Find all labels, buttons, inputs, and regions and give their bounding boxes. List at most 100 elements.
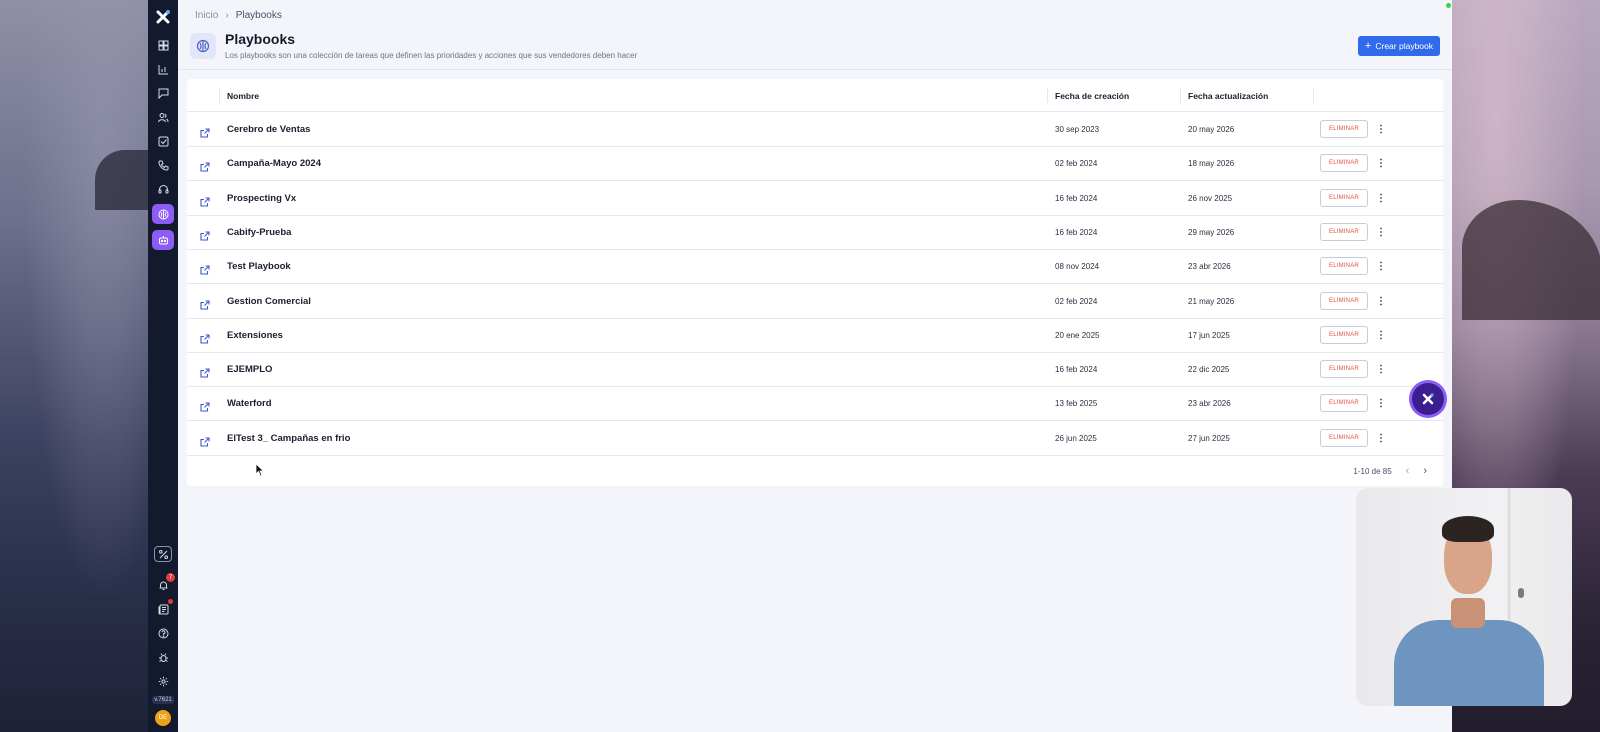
- open-external-icon[interactable]: [200, 159, 210, 172]
- updated-date: 20 may 2026: [1188, 125, 1235, 134]
- playbook-name[interactable]: Waterford: [227, 398, 272, 409]
- playbook-name[interactable]: Cerebro de Ventas: [227, 124, 310, 135]
- open-external-icon[interactable]: [200, 365, 210, 378]
- user-avatar[interactable]: DE: [155, 710, 171, 726]
- updated-date: 22 dic 2025: [1188, 365, 1230, 375]
- settings-gear-icon[interactable]: [152, 672, 174, 690]
- created-date: 16 feb 2024: [1055, 365, 1098, 375]
- playbooks-icon[interactable]: [152, 204, 174, 224]
- delete-button[interactable]: ELIMINAR: [1320, 222, 1368, 241]
- app-logo-icon[interactable]: [154, 8, 172, 26]
- more-options-icon[interactable]: [1378, 259, 1384, 273]
- open-external-icon[interactable]: [200, 331, 210, 344]
- contacts-icon[interactable]: [152, 108, 174, 126]
- open-external-icon[interactable]: [200, 297, 210, 310]
- playbook-name[interactable]: Test Playbook: [227, 261, 291, 272]
- updated-date: 17 jun 2025: [1188, 330, 1230, 340]
- sidebar-rail: 7 v.7621 DE: [148, 0, 178, 732]
- analytics-icon[interactable]: [152, 60, 174, 78]
- table-row[interactable]: ElTest 3_ Campañas en frio 26 jun 2025 27 …: [187, 422, 1443, 456]
- table-row[interactable]: EJEMPLO 16 feb 2024 22 dic 2025 ELIMINAR: [187, 353, 1443, 388]
- created-date: 16 feb 2024: [1055, 227, 1098, 237]
- more-options-icon[interactable]: [1378, 191, 1384, 205]
- create-playbook-button[interactable]: + Crear playbook: [1357, 36, 1440, 56]
- delete-button[interactable]: ELIMINAR: [1320, 325, 1368, 344]
- playbook-name[interactable]: ElTest 3_ Campañas en frio: [227, 433, 350, 444]
- main-content: Inicio › Playbooks Playbooks Los playboo…: [178, 0, 1452, 732]
- bug-icon[interactable]: [152, 648, 174, 666]
- percent-tool-icon[interactable]: [154, 546, 172, 562]
- webcam-person-hair: [1442, 516, 1494, 542]
- table-row[interactable]: Extensiones 20 ene 2025 17 jun 2025 ELIMINA…: [187, 319, 1443, 353]
- delete-button[interactable]: ELIMINAR: [1320, 188, 1368, 207]
- playbook-name[interactable]: Cabify-Prueba: [227, 227, 291, 238]
- open-external-icon[interactable]: [200, 194, 210, 207]
- open-external-icon[interactable]: [200, 399, 210, 412]
- headset-icon[interactable]: [152, 180, 174, 198]
- more-options-icon[interactable]: [1378, 328, 1384, 342]
- phone-icon[interactable]: [152, 156, 174, 174]
- delete-button[interactable]: ELIMINAR: [1320, 394, 1368, 413]
- more-options-icon[interactable]: [1378, 431, 1384, 445]
- playbook-name[interactable]: Gestion Comercial: [227, 296, 311, 307]
- open-external-icon[interactable]: [200, 228, 210, 241]
- delete-button[interactable]: ELIMINAR: [1320, 120, 1368, 138]
- column-header-name[interactable]: Nombre: [227, 91, 259, 101]
- created-date: 02 feb 2024: [1055, 159, 1098, 169]
- playbook-name[interactable]: Prospecting Vx: [227, 193, 296, 204]
- playbook-name[interactable]: Extensiones: [227, 330, 283, 341]
- notifications-bell-icon[interactable]: 7: [152, 573, 175, 594]
- created-date: 20 ene 2025: [1055, 330, 1100, 340]
- assistant-fab-icon[interactable]: [1412, 383, 1444, 415]
- more-options-icon[interactable]: [1378, 294, 1384, 308]
- column-header-updated[interactable]: Fecha actualización: [1188, 91, 1268, 101]
- desktop-wallpaper-left: [0, 0, 155, 732]
- column-header-created[interactable]: Fecha de creación: [1055, 91, 1129, 101]
- open-external-icon[interactable]: [200, 262, 210, 275]
- playbook-name[interactable]: EJEMPLO: [227, 364, 272, 375]
- bot-icon[interactable]: [152, 230, 174, 250]
- tasks-icon[interactable]: [152, 132, 174, 150]
- page-subtitle: Los playbooks son una colección de tarea…: [225, 51, 638, 60]
- chat-icon[interactable]: [152, 84, 174, 102]
- created-date: 02 feb 2024: [1055, 296, 1098, 306]
- breadcrumb-home-link[interactable]: Inicio: [195, 10, 218, 21]
- more-options-icon[interactable]: [1378, 225, 1384, 239]
- table-row[interactable]: Waterford 13 feb 2025 23 abr 2026 ELIMINAR: [187, 387, 1443, 422]
- table-row[interactable]: Cerebro de Ventas 30 sep 2023 20 may 2026 E…: [187, 113, 1443, 147]
- updated-date: 23 abr 2026: [1188, 399, 1231, 409]
- delete-button[interactable]: ELIMINAR: [1320, 360, 1368, 379]
- dashboard-icon[interactable]: [152, 36, 174, 54]
- open-external-icon[interactable]: [200, 125, 210, 138]
- breadcrumb-separator: ›: [225, 10, 229, 21]
- table-row[interactable]: Gestion Comercial 02 feb 2024 21 may 2026 E…: [187, 285, 1443, 319]
- delete-button[interactable]: ELIMINAR: [1320, 154, 1368, 173]
- webcam-person-neck: [1451, 598, 1485, 628]
- more-options-icon[interactable]: [1378, 156, 1384, 170]
- create-playbook-label: Crear playbook: [1375, 41, 1433, 51]
- webcam-overlay: [1356, 488, 1572, 706]
- news-icon[interactable]: [152, 599, 174, 618]
- more-options-icon[interactable]: [1378, 362, 1384, 376]
- pagination-next-icon[interactable]: ›: [1423, 465, 1427, 477]
- open-external-icon[interactable]: [200, 434, 210, 447]
- playbook-name[interactable]: Campaña-Mayo 2024: [227, 158, 321, 169]
- table-row[interactable]: Test Playbook 08 nov 2024 23 abr 2026 ELIMI…: [187, 250, 1443, 285]
- delete-button[interactable]: ELIMINAR: [1320, 291, 1368, 310]
- pagination-range: 1-10 de 85: [1353, 466, 1392, 476]
- table-row[interactable]: Campaña-Mayo 2024 02 feb 2024 18 may 2026 E…: [187, 147, 1443, 182]
- more-options-icon[interactable]: [1378, 122, 1384, 136]
- updated-date: 18 may 2026: [1188, 159, 1235, 169]
- breadcrumb-current: Playbooks: [235, 10, 282, 21]
- webcam-person-body: [1394, 620, 1544, 706]
- created-date: 08 nov 2024: [1055, 262, 1100, 272]
- more-options-icon[interactable]: [1378, 396, 1384, 410]
- news-dot-badge: [168, 599, 173, 604]
- playbooks-table: Nombre Fecha de creación Fecha actualiza…: [187, 79, 1443, 486]
- help-icon[interactable]: [152, 624, 174, 642]
- table-row[interactable]: Prospecting Vx 16 feb 2024 26 nov 2025 ELIM…: [187, 182, 1443, 216]
- delete-button[interactable]: ELIMINAR: [1320, 257, 1368, 276]
- delete-button[interactable]: ELIMINAR: [1320, 428, 1368, 447]
- table-row[interactable]: Cabify-Prueba 16 feb 2024 29 may 2026 ELIMI…: [187, 216, 1443, 250]
- pagination-prev-icon[interactable]: ‹: [1406, 465, 1410, 477]
